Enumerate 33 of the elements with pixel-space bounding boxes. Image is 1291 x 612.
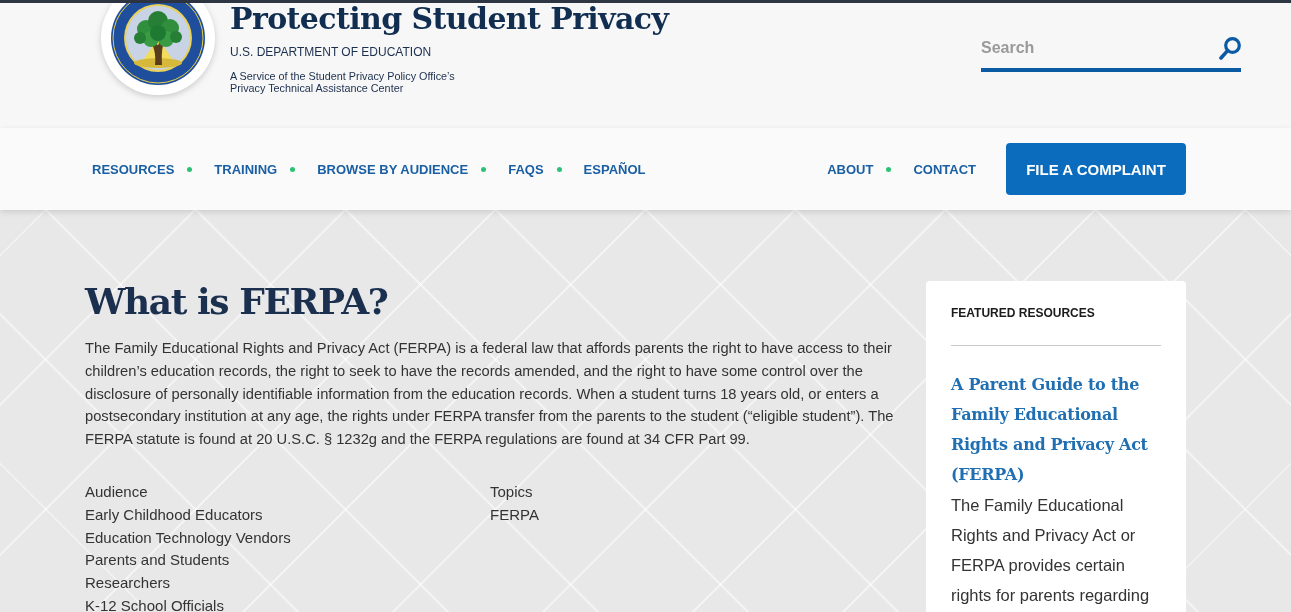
bullet-icon <box>187 166 193 172</box>
article-paragraph: The Family Educational Rights and Privacy Act (FERPA) is a federal law that affords parents the right to have access to their children’s education records, the right to seek to have the records amended, and the right to have some control over the disclosure of personally identifiable information from the education records. When a student turns 18 years old, or enters a postsecondary institution at any age, the rights under FERPA transfer from the parents to the student (“eligible student”). The FERPA statute is found at 20 U.S.C. § 1232g and the FERPA regulations are found at 34 CFR Part 99. <box>85 339 895 450</box>
nav-link[interactable]: CONTACT <box>913 161 976 177</box>
page-heading: What is FERPA? <box>85 279 389 324</box>
search-field[interactable]: Search <box>981 33 1219 63</box>
audience-heading: Audience <box>85 482 149 502</box>
service-text: A Service of the Student Privacy Policy Office’s Privacy Technical Assistance Center <box>230 70 456 94</box>
nav-link[interactable]: ESPAÑOL <box>583 161 646 177</box>
nav-link[interactable]: ABOUT <box>827 161 874 177</box>
department-name: U.S. DEPARTMENT OF EDUCATION <box>230 44 433 60</box>
audience-item: Parents and Students <box>85 550 231 571</box>
topics-heading: Topics <box>490 482 534 502</box>
audience-item: Researchers <box>85 573 172 594</box>
nav-link[interactable]: TRAINING <box>214 161 278 177</box>
site-title[interactable]: Protecting Student Privacy <box>230 0 669 38</box>
nav-link[interactable]: RESOURCES <box>92 161 175 177</box>
seal-logo[interactable] <box>101 3 215 95</box>
bullet-icon <box>886 166 892 172</box>
featured-heading: FEATURED RESOURCES <box>951 305 1096 321</box>
search-icon <box>1219 36 1241 60</box>
topic-item: FERPA <box>490 504 540 525</box>
nav-link[interactable]: BROWSE BY AUDIENCE <box>317 161 469 177</box>
audience-item: Education Technology Vendors <box>85 527 292 548</box>
audience-item: Early Childhood Educators <box>85 504 264 525</box>
file-complaint-button[interactable]: FILE A COMPLAINT <box>1006 143 1186 195</box>
bullet-icon <box>481 166 487 172</box>
nav-link[interactable]: FAQS <box>508 161 544 177</box>
audience-item: K-12 School Officials <box>85 595 225 612</box>
bullet-icon <box>290 166 296 172</box>
resource-description: The Family Educational Rights and Privacy Act or FERPA provides certain rights for parents regarding <box>951 495 1151 606</box>
search-button[interactable] <box>1219 36 1241 60</box>
resource-link[interactable]: A Parent Guide to the Family Educational Rights and Privacy Act (FERPA) <box>951 370 1161 490</box>
bullet-icon <box>556 166 562 172</box>
